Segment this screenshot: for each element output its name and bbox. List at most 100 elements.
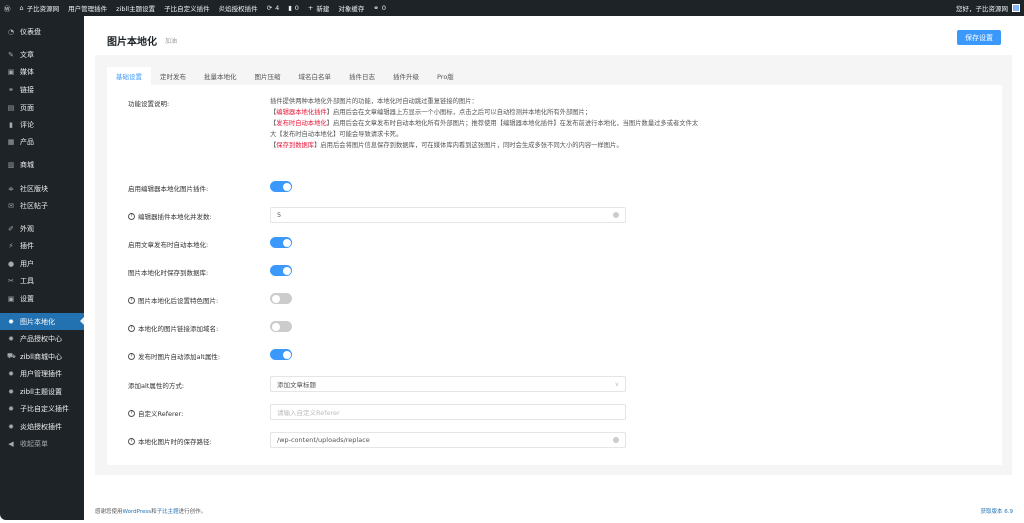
clear-icon[interactable] [613,212,619,218]
sidebar-item-label: 设置 [20,294,34,303]
toggle-switch[interactable] [270,181,292,192]
site-link[interactable]: ⌂ 子比资源网 [20,3,60,13]
account-menu[interactable]: 您好，子比资源网 [956,3,1020,13]
sidebar-item[interactable]: ◔ 仪表盘 [0,23,84,40]
comment-icon: ▮ [288,4,292,12]
version-link[interactable]: 获取版本 6.9 [981,507,1014,515]
wrench-icon: ✂ [8,276,14,285]
sidebar-item[interactable]: ✹ 产品授权中心 [0,330,84,347]
gear-icon: ✹ [8,404,14,413]
sidebar-item-label: 仪表盘 [20,27,41,36]
sidebar-item-label: 社区版块 [20,184,48,193]
setting-label: ? 本地化图片时的保存路径: [128,436,212,446]
sidebar-item[interactable]: ≑ 社区版块 [0,180,84,197]
clear-icon[interactable] [613,437,619,443]
wordpress-logo-icon[interactable]: Ⓦ [4,3,11,13]
toggle-switch[interactable] [270,265,292,276]
toggle-switch[interactable] [270,321,292,332]
sidebar-item[interactable]: ▣ 媒体 [0,63,84,80]
sidebar-item[interactable]: ⛟ zibll商城中心 [0,348,84,365]
setting-row: ? 自定义Referer: 请输入自定义Referer [107,404,1002,420]
new-link[interactable]: + 新建 [308,3,329,13]
comments-link[interactable]: ▮ 0 [288,4,299,12]
save-settings-button[interactable]: 保存设置 [957,30,1001,45]
cache-link[interactable]: 对象缓存 [338,3,364,13]
wordpress-link[interactable]: WordPress [123,509,152,515]
sidebar-item[interactable]: ✹ 用户管理插件 [0,365,84,382]
tab[interactable]: 批量本地化 [195,67,246,85]
adminbar-item[interactable]: zibll主题设置 [116,3,155,13]
tab[interactable]: 插件升级 [384,67,428,85]
sidebar-item-label: 收起菜单 [20,439,48,448]
gear-icon: ✹ [8,334,14,343]
adminbar-item[interactable]: 子比自定义插件 [164,3,210,13]
plus-icon: + [307,4,314,12]
sidebar-item[interactable]: ✐ 外观 [0,220,84,237]
toggle-switch[interactable] [270,293,292,304]
sidebar-item-label: 图片本地化 [20,317,55,326]
sidebar-item-label: 商城 [20,160,34,169]
help-icon[interactable]: ? [128,324,135,332]
sidebar-item[interactable]: ● 用户 [0,255,84,272]
setting-label: ? 编辑器插件本地化并发数: [128,211,212,221]
help-icon[interactable]: ? [128,437,135,445]
sidebar-item[interactable]: ✂ 工具 [0,272,84,289]
toggle-switch[interactable] [270,349,292,360]
gear-icon: ✹ [8,387,14,396]
alt-method-select[interactable]: 添加文章标题 ∨ [270,376,626,392]
feature-description: 插件提供两种本地化外部图片的功能，本地化时自动跳过重复链接的图片： 【编辑器本地… [270,96,700,151]
setting-label: ? 本地化的图片链接添加域名: [128,323,218,333]
text-input[interactable]: 5 [270,207,626,223]
page-title: 图片本地化 [107,37,157,48]
sidebar-item[interactable]: ✹ zibll主题设置 [0,383,84,400]
help-icon[interactable]: ? [128,352,135,360]
help-icon[interactable]: ? [128,212,135,220]
tab[interactable]: 基础设置 [107,67,151,85]
toggle-switch[interactable] [270,237,292,248]
setting-label: 图片本地化时保存到数据库: [128,269,209,277]
tab[interactable]: 定时发布 [151,67,195,85]
sidebar-item[interactable]: ✉ 社区帖子 [0,197,84,214]
sidebar-item[interactable]: ▦ 产品 [0,133,84,150]
sidebar-item[interactable]: ✹ 图片本地化 [0,313,84,330]
setting-label: ? 发布时图片自动添加alt属性: [128,351,220,361]
settings-icon: ▣ [7,294,15,303]
user-icon: ● [7,259,15,268]
adminbar-item[interactable]: 用户管理插件 [68,3,107,13]
text-input[interactable]: 请输入自定义Referer [270,404,626,420]
sidebar-item-label: zibll主题设置 [20,387,62,396]
theme-link[interactable]: 子比主题 [157,509,179,515]
sidebar-item[interactable]: ⚭ 链接 [0,81,84,98]
help-icon[interactable]: ? [128,296,135,304]
sidebar-item-label: 媒体 [20,67,34,76]
desc-line: 插件提供两种本地化外部图片的功能，本地化时自动跳过重复链接的图片： [270,98,478,105]
sidebar-item[interactable]: ✹ 子比自定义插件 [0,400,84,417]
sidebar-item[interactable]: ▣ 设置 [0,290,84,307]
help-icon[interactable]: ? [128,409,135,417]
tab[interactable]: 图片压缩 [246,67,290,85]
sidebar-item-label: 页面 [20,103,34,112]
settings-panel: 基础设置 定时发布 批量本地化 图片压缩 域名白名单 插件日志 插件升级 Pro版 功能设置说… [95,55,1012,475]
sidebar-item[interactable]: ✹ 炎焰授权插件 [0,418,84,435]
shop-icon: ▥ [7,160,15,169]
tab[interactable]: 域名白名单 [290,67,341,85]
tab[interactable]: 插件日志 [340,67,384,85]
tab[interactable]: Pro版 [428,67,463,85]
sidebar-item[interactable]: ✎ 文章 [0,46,84,63]
updates-link[interactable]: ⟳ 4 [267,4,280,12]
brush-icon: ✐ [8,224,14,233]
sidebar-item[interactable]: ⚡ 插件 [0,237,84,254]
chevron-down-icon: ∨ [614,380,619,388]
desc-line: 【编辑器本地化插件】启用后会在文章编辑器上方显示一个小图标，点击之后可以自动检测… [270,109,592,116]
setting-row: ? 发布时图片自动添加alt属性: [107,347,1002,363]
text-input[interactable]: /wp-content/uploads/replace [270,432,626,448]
links-link[interactable]: ⚭ 0 [373,4,386,12]
footer-text: 感谢您使用WordPress和子比主题进行创作。 [95,509,207,515]
refresh-icon: ⟳ [266,4,273,12]
sidebar-item[interactable]: ▤ 页面 [0,99,84,116]
desc-line: 【保存到数据库】启用后会将图片信息保存到数据库，可在媒体库内看到这张图片，同时会… [270,142,623,149]
sidebar-item[interactable]: ▮ 评论 [0,116,84,133]
adminbar-item[interactable]: 炎焰授权插件 [219,3,258,13]
sidebar-item[interactable]: ▥ 商城 [0,156,84,173]
sidebar-item[interactable]: ◀ 收起菜单 [0,435,84,452]
